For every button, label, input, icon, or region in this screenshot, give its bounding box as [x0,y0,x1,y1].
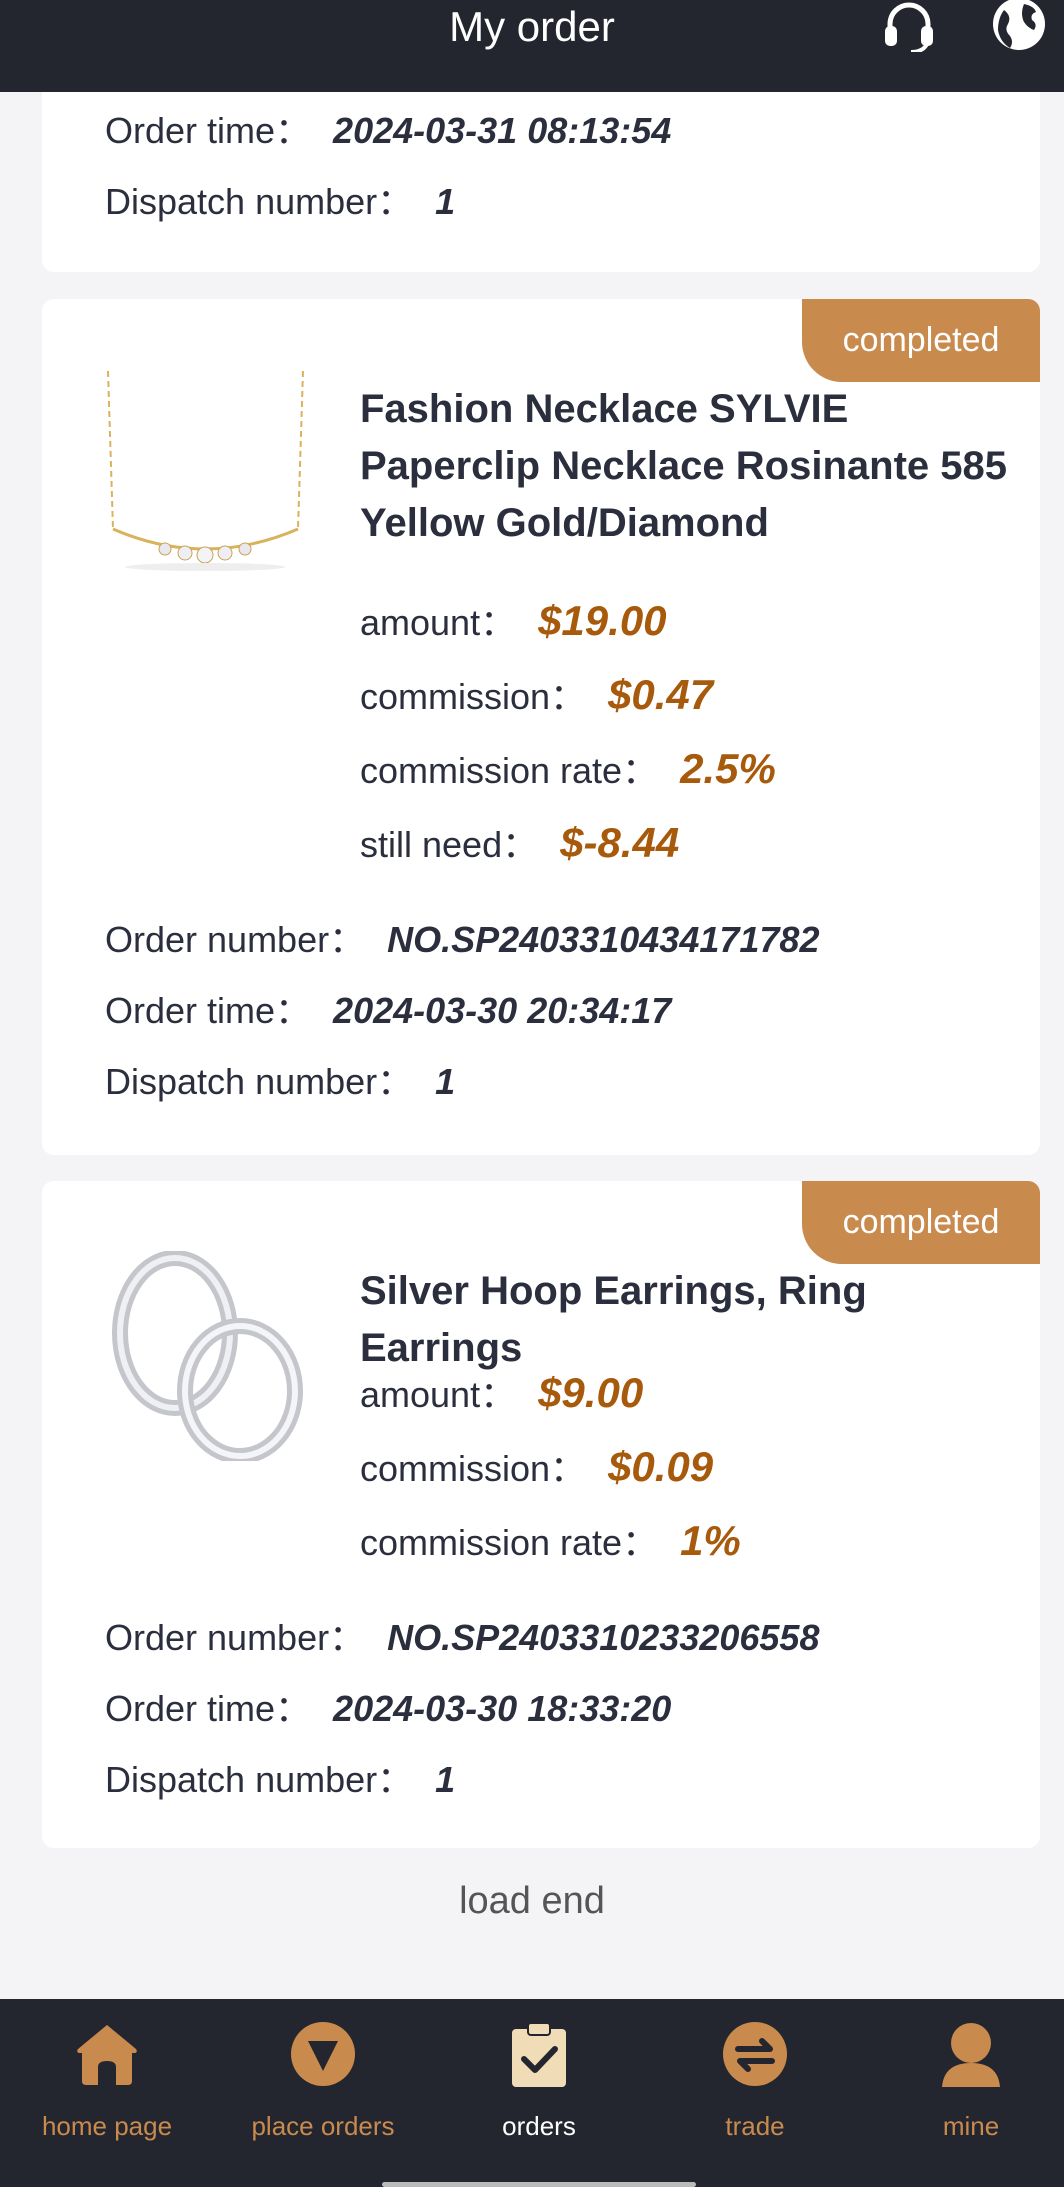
top-bar: My order [0,0,1064,92]
commission-rate-row: commission rate： 2.5% [360,742,776,794]
commission-rate-row: commission rate： 1% [360,1514,741,1566]
commission-row: commission： $0.47 [360,668,713,720]
order-time-row: Order time： 2024-03-30 20:34:17 [105,982,671,1034]
amount-value: $9.00 [538,1369,644,1416]
amount-label: amount： [360,1374,517,1415]
nav-label: mine [942,2111,1000,2141]
order-card[interactable]: completed Fashion Necklace SYLVIE Paperc… [42,299,1040,1155]
nav-label: place orders [251,2111,395,2141]
nav-item-trade[interactable]: trade [655,1999,855,2187]
commission-value: $0.09 [608,1443,714,1490]
orders-clipboard-icon [512,2022,566,2087]
dispatch-value: 1 [435,181,456,222]
order-time-row: Order time： 2024-03-30 18:33:20 [105,1680,671,1732]
nav-item-place-orders[interactable]: place orders [223,1999,423,2187]
order-number-row: Order number： NO.SP2403310233206558 [105,1609,819,1661]
product-name: Silver Hoop Earrings, Ring Earrings [360,1269,867,1370]
commission-rate-label: commission rate： [360,1522,659,1563]
bottom-nav: home page place orders orders trade mine [0,1999,1064,2187]
amount-row: amount： $19.00 [360,594,667,646]
dispatch-label: Dispatch number： [105,181,414,222]
order-time-value: 2024-03-31 08:13:54 [333,110,672,151]
page-title: My order [449,3,615,50]
dispatch-value: 1 [435,1061,456,1102]
commission-label: commission： [360,676,587,717]
dispatch-row: Dispatch number： 1 [105,1751,455,1803]
amount-value: $19.00 [538,597,667,644]
dispatch-label: Dispatch number： [105,1061,414,1102]
order-time-value: 2024-03-30 18:33:20 [333,1688,672,1729]
home-indicator [382,2182,696,2187]
commission-rate-value: 1% [680,1517,741,1564]
commission-rate-value: 2.5% [680,745,776,792]
home-icon [77,2025,137,2085]
dispatch-label: Dispatch number： [105,1759,414,1800]
order-time-label: Order time： [105,990,312,1031]
hoop-earrings-product-image [112,1251,303,1461]
globe-icon[interactable] [990,0,1048,52]
load-end-text: load end [459,1880,605,1922]
nav-item-orders[interactable]: orders [439,1999,639,2187]
still-need-row: still need： $-8.44 [360,816,679,868]
nav-label: trade [725,2111,785,2141]
commission-row: commission： $0.09 [360,1440,713,1492]
order-card[interactable]: completed Silver Hoop Earrings, Ring Ear… [42,1181,1040,1848]
place-orders-icon [291,2022,355,2086]
order-number-value: NO.SP2403310434171782 [387,919,820,960]
order-time-row: Order time： 2024-03-31 08:13:54 [105,102,671,154]
nav-label: orders [502,2111,576,2141]
order-number-label: Order number： [105,1617,366,1658]
status-badge: completed [802,299,1040,382]
order-number-label: Order number： [105,919,366,960]
nav-label: home page [41,2111,173,2141]
order-number-value: NO.SP2403310233206558 [387,1617,820,1658]
product-name: Fashion Necklace SYLVIE Paperclip Neckla… [360,387,1007,545]
dispatch-value: 1 [435,1759,456,1800]
order-time-label: Order time： [105,1688,312,1729]
commission-value: $0.47 [608,671,714,718]
user-icon [942,2023,1000,2087]
trade-icon [723,2022,787,2086]
order-number-row: Order number： NO.SP2403310434171782 [105,911,819,963]
still-need-label: still need： [360,824,539,865]
order-time-label: Order time： [105,110,312,151]
nav-item-mine[interactable]: mine [871,1999,1064,2187]
still-need-value: $-8.44 [560,819,680,866]
headset-icon[interactable] [880,0,938,52]
amount-label: amount： [360,602,517,643]
order-time-value: 2024-03-30 20:34:17 [333,990,672,1031]
commission-rate-label: commission rate： [360,750,659,791]
amount-row: amount： $9.00 [360,1366,643,1418]
status-badge: completed [802,1181,1040,1264]
dispatch-row: Dispatch number： 1 [105,1053,455,1105]
commission-label: commission： [360,1448,587,1489]
dispatch-row: Dispatch number： 1 [105,173,455,225]
nav-item-home[interactable]: home page [7,1999,207,2187]
necklace-product-image [107,370,304,571]
